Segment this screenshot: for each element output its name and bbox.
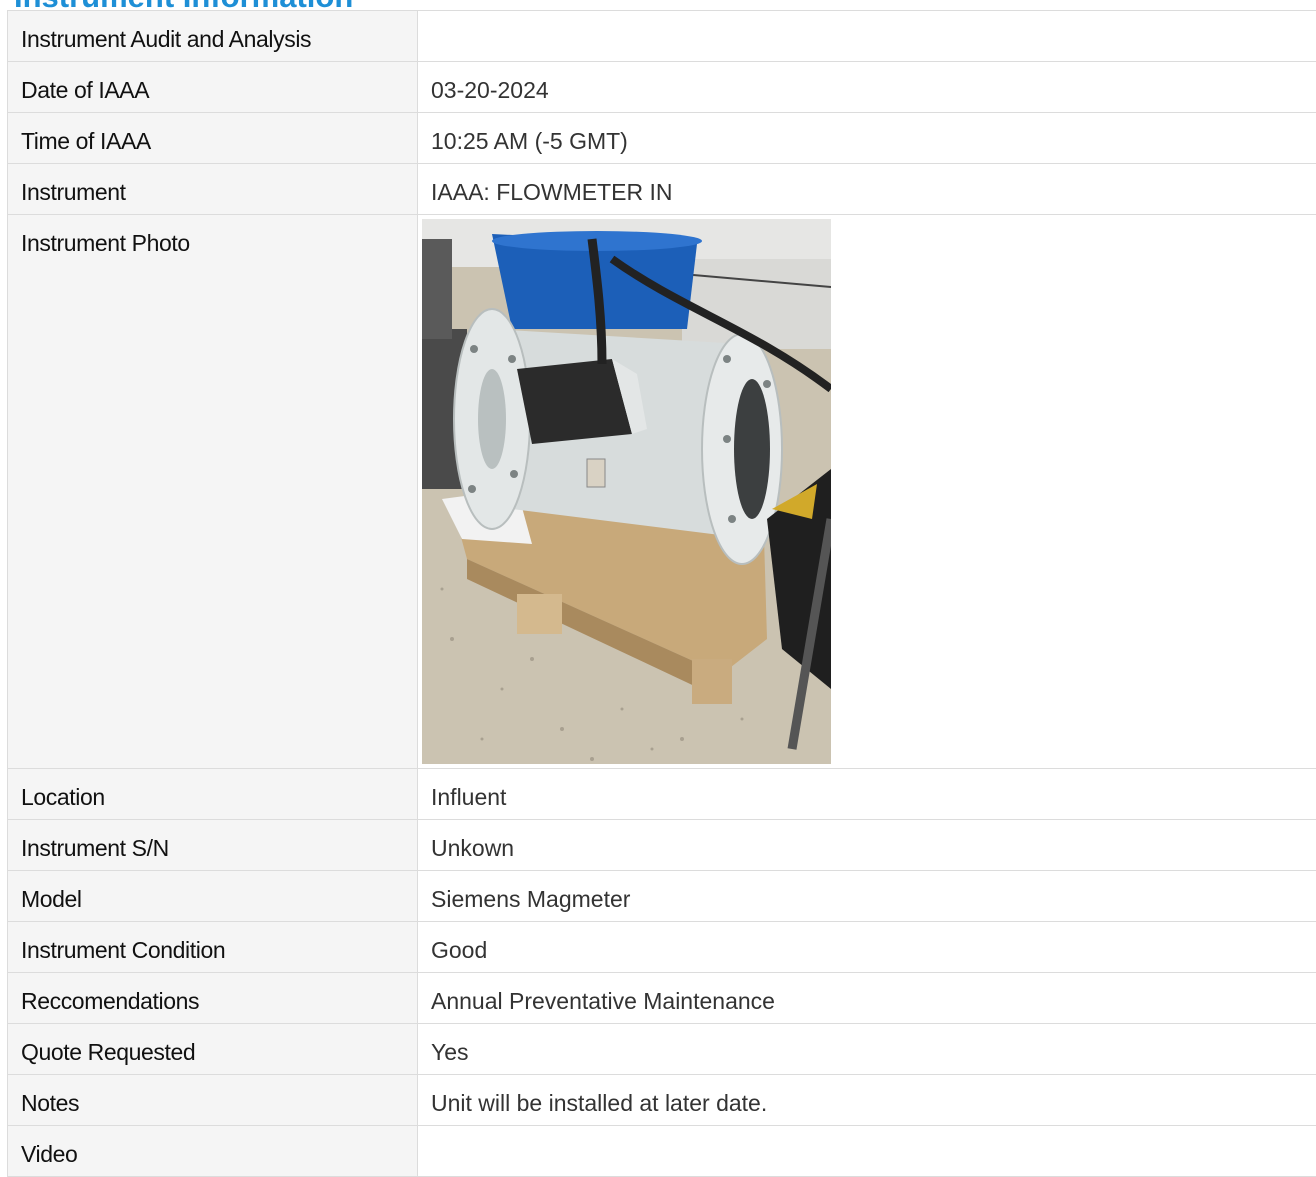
flowmeter-photo-image <box>422 219 831 764</box>
row-value: Influent <box>418 769 1316 820</box>
row-label: Instrument Condition <box>8 922 418 973</box>
row-value: 03-20-2024 <box>418 62 1316 113</box>
row-value <box>418 1126 1316 1177</box>
instrument-photo-cell <box>418 215 1316 769</box>
table-row: Video <box>8 1126 1316 1177</box>
instrument-photo[interactable] <box>422 219 831 764</box>
row-value: 10:25 AM (-5 GMT) <box>418 113 1316 164</box>
row-label: Video <box>8 1126 418 1177</box>
table-row: Instrument Condition Good <box>8 922 1316 973</box>
table-row: Instrument Photo <box>8 215 1316 769</box>
row-value: Yes <box>418 1024 1316 1075</box>
row-value <box>418 11 1316 62</box>
table-row: Time of IAAA 10:25 AM (-5 GMT) <box>8 113 1316 164</box>
row-value: IAAA: FLOWMETER IN <box>418 164 1316 215</box>
table-row: Instrument IAAA: FLOWMETER IN <box>8 164 1316 215</box>
row-label: Location <box>8 769 418 820</box>
table-row: Model Siemens Magmeter <box>8 871 1316 922</box>
row-label: Time of IAAA <box>8 113 418 164</box>
row-label: Instrument S/N <box>8 820 418 871</box>
row-label: Model <box>8 871 418 922</box>
table-row: Date of IAAA 03-20-2024 <box>8 62 1316 113</box>
table-row: Instrument S/N Unkown <box>8 820 1316 871</box>
row-label: Quote Requested <box>8 1024 418 1075</box>
row-label: Date of IAAA <box>8 62 418 113</box>
row-label: Reccomendations <box>8 973 418 1024</box>
instrument-info-table: Instrument Audit and Analysis Date of IA… <box>7 10 1316 1177</box>
row-value: Annual Preventative Maintenance <box>418 973 1316 1024</box>
row-label: Instrument Photo <box>8 215 418 769</box>
table-row: Quote Requested Yes <box>8 1024 1316 1075</box>
row-label: Instrument <box>8 164 418 215</box>
row-value: Unkown <box>418 820 1316 871</box>
row-label: Instrument Audit and Analysis <box>8 11 418 62</box>
row-value: Unit will be installed at later date. <box>418 1075 1316 1126</box>
table-row: Location Influent <box>8 769 1316 820</box>
table-row: Reccomendations Annual Preventative Main… <box>8 973 1316 1024</box>
row-value: Good <box>418 922 1316 973</box>
row-value: Siemens Magmeter <box>418 871 1316 922</box>
table-row: Notes Unit will be installed at later da… <box>8 1075 1316 1126</box>
row-label: Notes <box>8 1075 418 1126</box>
table-row: Instrument Audit and Analysis <box>8 11 1316 62</box>
